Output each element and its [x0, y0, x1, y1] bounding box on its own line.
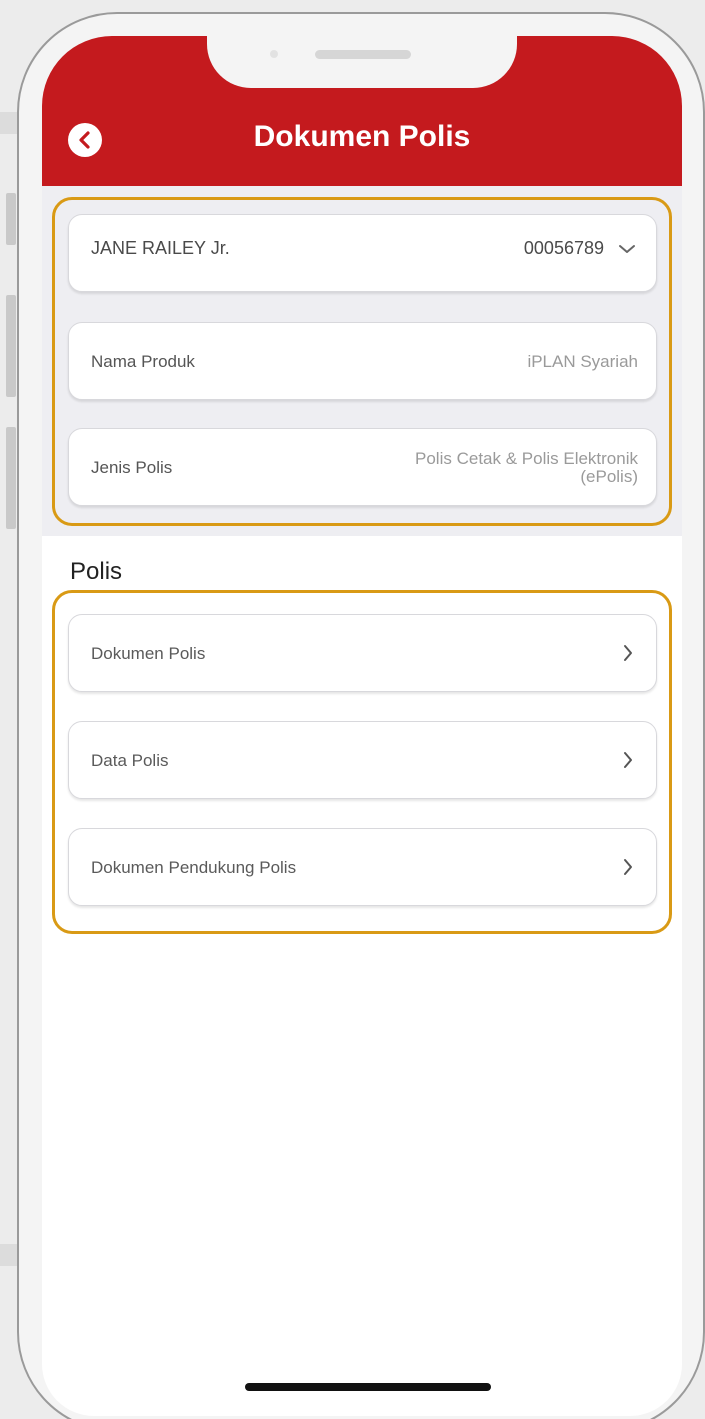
menu-item-label: Dokumen Pendukung Polis — [91, 858, 297, 877]
app-screen: Dokumen Polis JANE RAILEY Jr. 00056789 N… — [42, 36, 682, 1416]
menu-item-data-polis[interactable]: Data Polis — [68, 721, 657, 799]
chevron-right-icon — [624, 752, 632, 768]
policy-type-label: Jenis Polis — [91, 458, 173, 477]
menu-item-label: Dokumen Polis — [91, 644, 206, 663]
menu-item-dokumen-pendukung-polis[interactable]: Dokumen Pendukung Polis — [68, 828, 657, 906]
phone-side-button — [6, 427, 16, 529]
section-title: Polis — [70, 558, 123, 585]
chevron-down-icon — [619, 245, 635, 253]
menu-item-label: Data Polis — [91, 751, 169, 770]
phone-camera — [270, 50, 278, 58]
policy-holder-name: JANE RAILEY Jr. — [91, 237, 230, 258]
product-label: Nama Produk — [91, 352, 195, 371]
policy-type-value-line1: Polis Cetak & Polis Elektronik — [415, 449, 638, 469]
home-indicator[interactable] — [245, 1383, 491, 1391]
policy-number: 00056789 — [523, 237, 604, 258]
phone-notch — [207, 36, 517, 88]
phone-side-button — [6, 193, 16, 245]
policy-type-value: Polis Cetak & Polis Elektronik (ePolis) — [415, 429, 638, 507]
phone-side-button — [6, 295, 16, 397]
chevron-right-icon — [624, 859, 632, 875]
menu-item-dokumen-polis[interactable]: Dokumen Polis — [68, 614, 657, 692]
policy-info-area: JANE RAILEY Jr. 00056789 Nama Produk iPL… — [42, 186, 682, 536]
phone-speaker — [315, 50, 411, 59]
policy-selector-dropdown[interactable]: JANE RAILEY Jr. 00056789 — [68, 214, 657, 292]
product-value: iPLAN Syariah — [527, 352, 638, 372]
page-title: Dokumen Polis — [253, 120, 471, 153]
policy-type-value-line2: (ePolis) — [580, 467, 638, 486]
chevron-right-icon — [624, 645, 632, 661]
policy-type-row: Jenis Polis Polis Cetak & Polis Elektron… — [68, 428, 657, 506]
product-name-row: Nama Produk iPLAN Syariah — [68, 322, 657, 400]
